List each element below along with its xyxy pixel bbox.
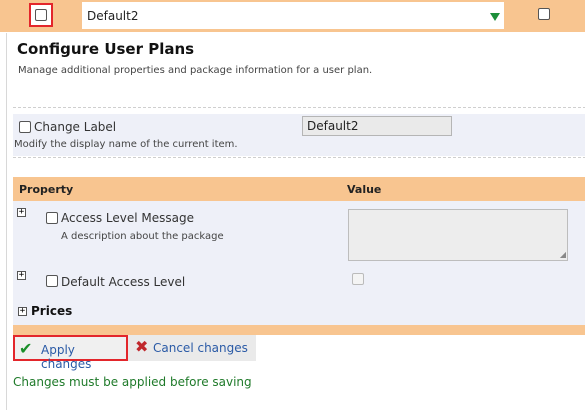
property-name: Default Access Level [61, 275, 186, 289]
plus-box-icon[interactable]: + [17, 208, 26, 217]
plan-row-bar: Default2 [0, 0, 585, 32]
cancel-changes-button[interactable]: ✖ Cancel changes [131, 335, 251, 361]
x-icon: ✖ [135, 337, 149, 356]
prices-group-label[interactable]: Prices [31, 304, 72, 318]
apply-changes-label: Apply changes [41, 343, 92, 371]
access-level-message-textarea[interactable]: ◢ [348, 209, 568, 261]
default-access-level-checkbox[interactable] [46, 275, 58, 287]
panel-title: Configure User Plans [17, 40, 195, 58]
property-name: Access Level Message [61, 211, 194, 225]
divider [13, 107, 585, 108]
row-select-checkbox-highlight[interactable] [29, 3, 53, 27]
action-bar: ✔ Apply changes ✖ Cancel changes [13, 335, 256, 371]
plan-dropdown-value: Default2 [87, 9, 139, 23]
change-label-input[interactable]: Default2 [302, 116, 452, 136]
change-label-hint: Modify the display name of the current i… [14, 139, 238, 150]
change-label-checkbox[interactable] [19, 121, 31, 133]
configure-panel: Configure User Plans Manage additional p… [6, 33, 585, 410]
resize-handle-icon[interactable]: ◢ [560, 251, 566, 259]
change-label-text: Change Label [34, 120, 117, 134]
change-label-row: Change Label Modify the display name of … [13, 114, 585, 156]
plan-dropdown[interactable]: Default2 [82, 2, 504, 29]
plus-box-icon[interactable]: + [17, 271, 26, 280]
panel-subtitle: Manage additional properties and package… [18, 65, 373, 76]
row-select-checkbox[interactable] [35, 9, 47, 21]
property-table-header: Property Value [13, 177, 585, 201]
checkmark-icon: ✔ [19, 339, 33, 358]
triangle-down-icon[interactable] [490, 13, 500, 21]
property-description: A description about the package [61, 231, 224, 242]
divider [13, 157, 585, 158]
property-table-footer [13, 325, 585, 335]
apply-changes-button[interactable]: ✔ Apply changes [13, 335, 128, 371]
status-message: Changes must be applied before saving [13, 375, 252, 389]
default-access-level-value-checkbox[interactable] [352, 273, 364, 285]
cancel-changes-label: Cancel changes [153, 341, 248, 355]
access-level-message-checkbox[interactable] [46, 212, 58, 224]
header-property: Property [19, 183, 74, 196]
row-right-checkbox[interactable] [538, 8, 550, 20]
property-table-body: + Access Level Message A description abo… [13, 201, 585, 325]
header-value: Value [347, 183, 382, 196]
plus-box-icon[interactable]: + [18, 307, 27, 316]
